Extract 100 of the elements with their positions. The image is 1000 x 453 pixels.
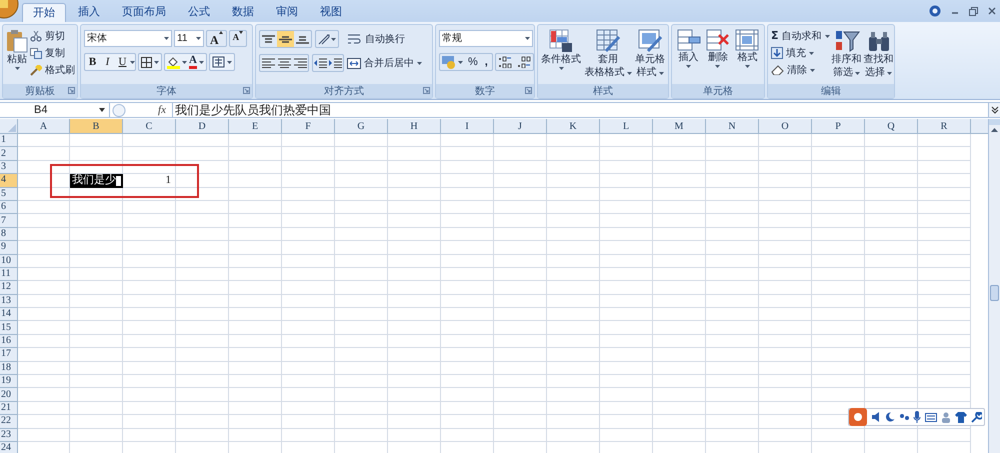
split-box[interactable] — [989, 119, 1000, 125]
font-color-button[interactable]: A — [189, 55, 204, 69]
ribbon-button[interactable]: 自动换行 — [348, 31, 405, 47]
column-header[interactable]: P — [812, 119, 865, 133]
ribbon-button[interactable]: 合并后居中 — [347, 55, 422, 71]
row-header[interactable]: 3 — [0, 160, 18, 174]
shrink-font-button[interactable]: A — [228, 30, 248, 47]
row-header[interactable]: 10 — [0, 254, 18, 268]
row-header[interactable]: 11 — [0, 268, 18, 282]
column-header[interactable]: J — [494, 119, 547, 133]
autosum-button[interactable]: Σ 自动求和 — [771, 28, 830, 44]
ribbon-tab[interactable]: 数据 — [222, 3, 264, 22]
row-header[interactable]: 1 — [0, 134, 18, 148]
column-header[interactable]: D — [176, 119, 229, 133]
row-header[interactable]: 17 — [0, 348, 18, 362]
row-header[interactable]: 18 — [0, 362, 18, 376]
row-header[interactable]: 20 — [0, 388, 18, 402]
expand-formula-button[interactable] — [988, 103, 1000, 117]
row-header[interactable]: 16 — [0, 334, 18, 348]
row-header[interactable]: 9 — [0, 241, 18, 255]
help-button[interactable] — [929, 5, 941, 17]
row-header[interactable]: 24 — [0, 442, 18, 453]
column-header[interactable]: H — [388, 119, 441, 133]
ribbon-tab[interactable]: 公式 — [178, 3, 220, 22]
column-header[interactable]: K — [547, 119, 600, 133]
column-header[interactable]: Q — [865, 119, 918, 133]
ribbon-tab[interactable]: 审阅 — [266, 3, 308, 22]
ribbon-tab[interactable]: 开始 — [22, 3, 66, 22]
ribbon-button[interactable]: 格式 — [735, 28, 760, 84]
percent-button[interactable]: % — [465, 54, 481, 70]
column-header[interactable]: O — [759, 119, 812, 133]
row-header[interactable]: 6 — [0, 200, 18, 214]
row-header[interactable]: 12 — [0, 281, 18, 295]
column-header[interactable]: C — [123, 119, 176, 133]
caret-icon — [130, 60, 135, 64]
ribbon-button[interactable]: 剪切 — [30, 28, 75, 44]
bold-button[interactable]: B — [85, 54, 100, 70]
row-header[interactable]: 13 — [0, 294, 18, 308]
toolbar-button[interactable] — [277, 31, 294, 47]
ribbon-button[interactable]: 单元格 样式 — [635, 28, 665, 84]
dialog-launcher[interactable] — [243, 87, 250, 94]
row-header[interactable]: 19 — [0, 375, 18, 388]
row-header[interactable]: 2 — [0, 147, 18, 161]
row-header[interactable]: 21 — [0, 402, 18, 416]
dialog-launcher[interactable] — [423, 87, 430, 94]
font-size-field[interactable]: 11 — [174, 30, 204, 47]
fill-color-button[interactable] — [167, 56, 187, 68]
row-header[interactable]: 15 — [0, 321, 18, 335]
ribbon-button[interactable]: 套用 表格格式 — [584, 28, 632, 84]
ribbon-tab[interactable]: 页面布局 — [112, 3, 176, 22]
ribbon-button[interactable]: 条件格式 — [541, 28, 581, 84]
row-header[interactable]: 4 — [0, 174, 18, 188]
ribbon-tab[interactable]: 视图 — [310, 3, 352, 22]
ribbon-button[interactable]: 复制 — [30, 45, 75, 61]
phonetic-button[interactable] — [208, 53, 235, 71]
row-header[interactable]: 7 — [0, 214, 18, 228]
ribbon-button[interactable]: 粘贴 — [6, 28, 28, 84]
group-label: 数字 — [475, 84, 495, 98]
orientation-button[interactable] — [315, 30, 339, 48]
row-header[interactable]: 14 — [0, 308, 18, 322]
scroll-thumb[interactable] — [990, 285, 999, 301]
vertical-scrollbar[interactable] — [988, 119, 1000, 453]
restore-button[interactable] — [969, 6, 978, 16]
ribbon-button[interactable]: 插入 — [676, 28, 701, 84]
column-header[interactable]: E — [229, 119, 282, 133]
italic-button[interactable]: I — [100, 54, 115, 70]
column-header[interactable]: M — [653, 119, 706, 133]
font-name-field[interactable]: 宋体 — [84, 30, 172, 47]
column-header[interactable]: R — [918, 119, 971, 133]
currency-button[interactable] — [440, 56, 465, 68]
active-cell[interactable]: 我们是少 — [70, 174, 123, 188]
grow-font-button[interactable]: A — [206, 30, 227, 47]
name-box[interactable]: B4 — [0, 103, 110, 117]
insert-function-button[interactable]: fx — [152, 102, 172, 118]
dialog-launcher[interactable] — [68, 87, 75, 94]
column-header[interactable]: I — [441, 119, 494, 133]
comma-button[interactable]: , — [480, 54, 492, 70]
ribbon-button[interactable]: 排序和 筛选 — [832, 28, 862, 84]
ribbon-button[interactable]: 查找和 选择 — [864, 28, 894, 84]
close-button[interactable] — [988, 7, 996, 15]
column-header[interactable]: N — [706, 119, 759, 133]
column-header[interactable]: G — [335, 119, 388, 133]
column-header[interactable]: L — [600, 119, 653, 133]
ribbon-button[interactable]: 清除 — [771, 62, 830, 78]
ribbon-tab[interactable]: 插入 — [68, 3, 110, 22]
ribbon-button[interactable]: 填充 — [771, 45, 830, 61]
borders-button[interactable] — [138, 53, 162, 71]
grid-cell[interactable]: 1 — [123, 174, 176, 188]
ribbon-button[interactable]: 格式刷 — [30, 62, 75, 78]
column-header[interactable]: F — [282, 119, 335, 133]
row-header[interactable]: 5 — [0, 188, 18, 201]
row-header[interactable]: 22 — [0, 415, 18, 429]
caret-icon — [331, 38, 336, 40]
row-header[interactable]: 23 — [0, 428, 18, 442]
dialog-launcher[interactable] — [525, 87, 532, 94]
underline-button[interactable]: U — [115, 54, 130, 70]
number-format-field[interactable]: 常规 — [439, 30, 533, 47]
column-header[interactable]: B — [70, 119, 123, 133]
row-header[interactable]: 8 — [0, 228, 18, 242]
ribbon-button[interactable]: 删除 — [706, 28, 730, 84]
